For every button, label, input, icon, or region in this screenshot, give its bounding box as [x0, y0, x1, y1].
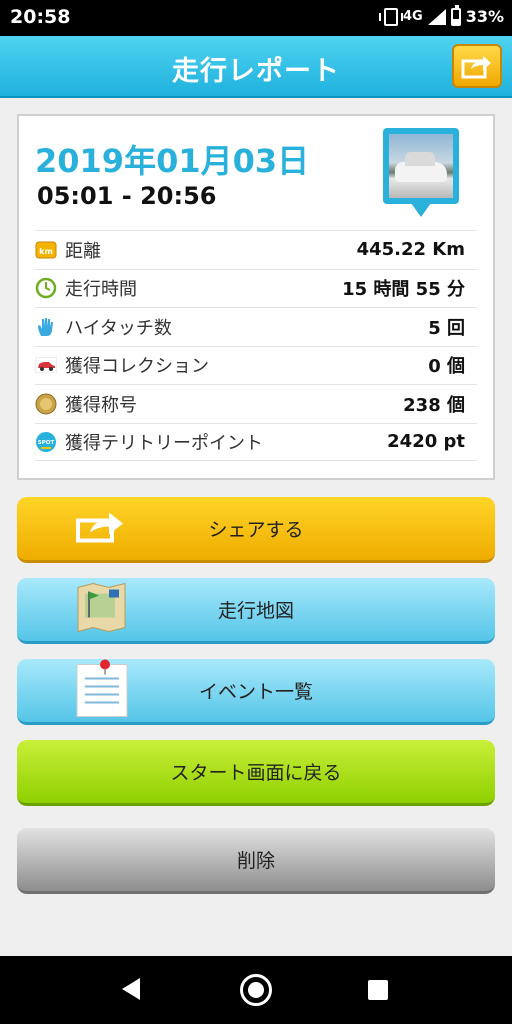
share-button-label: シェアする	[208, 519, 304, 541]
network-type: 4G	[402, 9, 423, 24]
battery-percent: 33%	[465, 7, 504, 26]
back-icon[interactable]	[122, 978, 140, 1000]
km-icon: km	[35, 239, 57, 261]
stat-label: ハイタッチ数	[65, 317, 172, 339]
drive-map-button[interactable]: 走行地図	[17, 578, 495, 644]
stats-list: km 距離 445.22 Km 走行時間 15 時間 55 分 ハイタッチ数 5…	[35, 230, 477, 461]
stat-value: 2420 pt	[387, 431, 465, 453]
stat-row-titles: 獲得称号 238 個	[35, 384, 477, 423]
recent-apps-icon[interactable]	[368, 980, 388, 1000]
event-list-button-label: イベント一覧	[198, 681, 313, 703]
home-icon[interactable]	[240, 974, 272, 1006]
share-icon	[461, 56, 491, 79]
battery-icon	[450, 4, 461, 26]
photo-pin[interactable]	[383, 128, 459, 220]
signal-icon	[427, 8, 446, 25]
clock-icon	[35, 277, 57, 299]
status-icons: 4G 33%	[378, 4, 504, 26]
km-badge-text: km	[39, 247, 53, 256]
stat-label: 距離	[65, 240, 101, 262]
stat-row-territory: SPOT 獲得テリトリーポイント 2420 pt	[35, 422, 477, 461]
spot-icon: SPOT	[35, 431, 57, 453]
status-bar: 20:58 4G 33%	[0, 0, 512, 36]
header-share-button[interactable]	[452, 44, 502, 88]
memo-icon	[75, 658, 129, 723]
stat-label: 獲得コレクション	[65, 356, 209, 378]
report-time-range: 05:01 - 20:56	[37, 182, 217, 210]
stat-label: 走行時間	[65, 279, 137, 301]
share-icon	[75, 508, 129, 549]
back-to-start-button[interactable]: スタート画面に戻る	[17, 740, 495, 806]
back-to-start-button-label: スタート画面に戻る	[170, 762, 342, 784]
pin-tip	[411, 203, 431, 217]
page-title: 走行レポート	[172, 56, 340, 87]
stat-row-distance: km 距離 445.22 Km	[35, 230, 477, 269]
delete-button-label: 削除	[236, 850, 275, 872]
stat-label: 獲得テリトリーポイント	[65, 432, 263, 454]
stat-value: 445.22 Km	[356, 239, 465, 261]
stat-row-collection: 獲得コレクション 0 個	[35, 345, 477, 385]
delete-button[interactable]: 削除	[17, 828, 495, 894]
stat-value: 15 時間 55 分	[342, 279, 465, 301]
report-card: 2019年01月03日 05:01 - 20:56 km 距離 445.22 K…	[17, 114, 495, 480]
stat-value: 0 個	[428, 356, 465, 378]
map-icon	[75, 581, 129, 638]
stat-row-high-touch: ハイタッチ数 5 回	[35, 307, 477, 346]
event-list-button[interactable]: イベント一覧	[17, 659, 495, 725]
app-header: 走行レポート	[0, 36, 512, 98]
spot-badge-text: SPOT	[38, 440, 55, 446]
photo-frame	[383, 128, 459, 204]
status-time: 20:58	[10, 6, 71, 28]
hand-icon	[35, 316, 57, 338]
vibrate-icon	[378, 7, 403, 26]
stat-label: 獲得称号	[65, 394, 137, 416]
drive-map-button-label: 走行地図	[217, 600, 294, 622]
stat-row-drive-time: 走行時間 15 時間 55 分	[35, 268, 477, 308]
stat-value: 238 個	[403, 394, 465, 416]
stat-value: 5 回	[428, 317, 465, 339]
car-icon	[35, 354, 57, 376]
medal-icon	[35, 393, 57, 415]
car-photo	[389, 134, 453, 198]
system-nav-bar	[0, 956, 512, 1024]
report-date: 2019年01月03日	[35, 142, 310, 180]
share-button[interactable]: シェアする	[17, 497, 495, 563]
